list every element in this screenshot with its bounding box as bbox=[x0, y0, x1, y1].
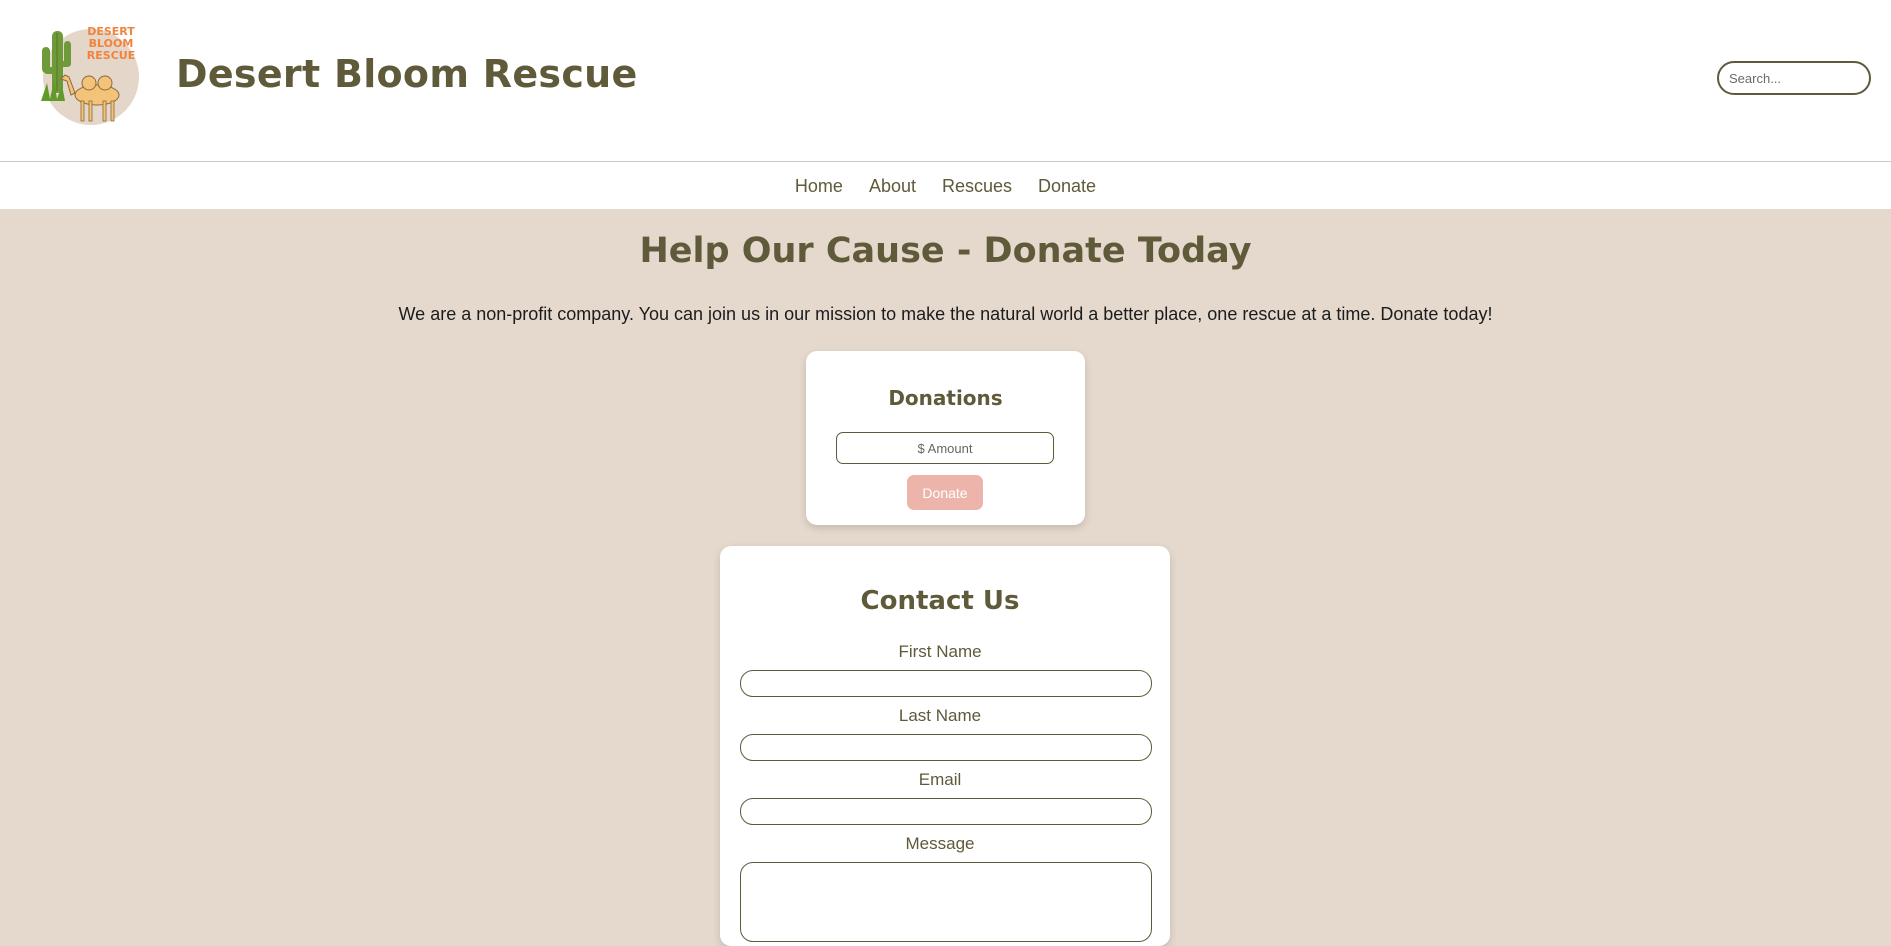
email-field[interactable] bbox=[740, 798, 1152, 825]
last-name-label: Last Name bbox=[898, 706, 982, 725]
contact-card: Contact Us First Name Last Name Email Me… bbox=[720, 546, 1170, 946]
intro-text: We are a non-profit company. You can joi… bbox=[398, 304, 1493, 324]
amount-input[interactable] bbox=[836, 432, 1054, 464]
nav-item-about[interactable]: About bbox=[869, 174, 916, 197]
desert-bloom-logo[interactable]: DESERT BLOOM RESCUE bbox=[39, 21, 149, 127]
email-label: Email bbox=[918, 770, 962, 789]
nav-item-donate[interactable]: Donate bbox=[1038, 174, 1096, 197]
last-name-field[interactable] bbox=[740, 734, 1152, 761]
donate-button[interactable]: Donate bbox=[907, 475, 983, 510]
first-name-label: First Name bbox=[898, 642, 982, 661]
search-input[interactable] bbox=[1717, 61, 1871, 95]
page-heading: Help Our Cause - Donate Today bbox=[639, 231, 1252, 271]
donations-title: Donations bbox=[888, 386, 1003, 410]
donations-card: Donations Donate bbox=[806, 351, 1085, 525]
nav-item-rescues[interactable]: Rescues bbox=[942, 174, 1012, 197]
site-title: Desert Bloom Rescue bbox=[176, 52, 638, 96]
main-nav: Home About Rescues Donate bbox=[0, 162, 1891, 209]
message-label: Message bbox=[905, 834, 975, 853]
contact-title: Contact Us bbox=[860, 586, 1020, 616]
logo-text-line-3: RESCUE bbox=[87, 49, 135, 62]
nav-item-home[interactable]: Home bbox=[795, 174, 843, 197]
site-header: DESERT BLOOM RESCUE Desert Bloom Rescue bbox=[0, 0, 1891, 162]
first-name-field[interactable] bbox=[740, 670, 1152, 697]
message-field[interactable] bbox=[740, 862, 1152, 942]
